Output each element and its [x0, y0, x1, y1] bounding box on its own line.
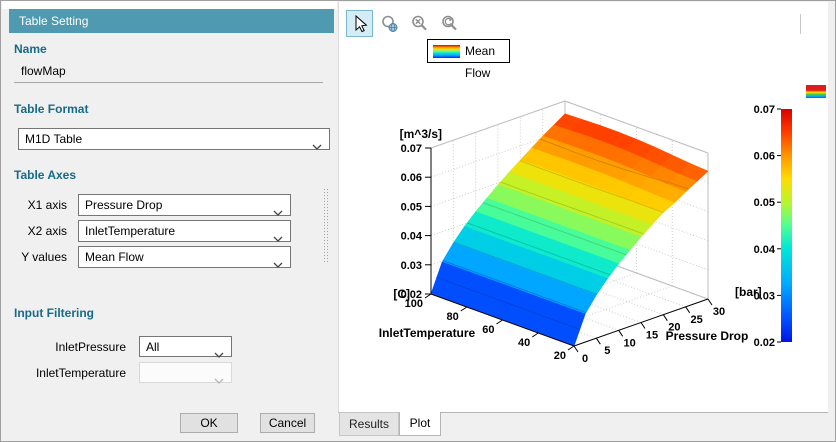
inlet-temperature-label: InletTemperature: [35, 366, 126, 380]
chevron-down-icon: [312, 136, 322, 156]
x2-axis-select[interactable]: InletTemperature: [78, 220, 291, 242]
svg-text:30: 30: [713, 306, 725, 318]
svg-text:0.06: 0.06: [754, 151, 775, 163]
table-format-select[interactable]: M1D Table: [18, 128, 330, 150]
chevron-down-icon: [214, 344, 224, 364]
table-format-label: Table Format: [14, 102, 89, 116]
inlet-pressure-label: InletPressure: [55, 340, 126, 354]
svg-text:80: 80: [447, 311, 459, 323]
colormap-icon[interactable]: [806, 85, 826, 98]
x1-axis-label: X1 axis: [27, 198, 67, 212]
svg-text:[m^3/s]: [m^3/s]: [400, 127, 442, 141]
svg-text:0.05: 0.05: [401, 201, 422, 213]
svg-text:0.04: 0.04: [754, 244, 776, 256]
input-filtering-label: Input Filtering: [14, 306, 94, 320]
mean-flow-legend[interactable]: Mean Flow: [427, 39, 510, 80]
svg-text:5: 5: [604, 345, 610, 357]
plot-panel: 0.02 0.03 0.04 0.05 0.06 0.07 100 80 60 40 20 0 5 10 1…: [338, 2, 828, 412]
chevron-down-icon: [273, 228, 283, 248]
x2-axis-label: X2 axis: [27, 224, 67, 238]
inlet-pressure-select[interactable]: All: [139, 336, 232, 358]
chevron-down-icon: [273, 254, 283, 274]
name-section-label: Name: [14, 42, 47, 56]
tab-plot[interactable]: Plot: [399, 412, 441, 436]
svg-text:0.07: 0.07: [754, 104, 775, 116]
svg-text:0.03: 0.03: [401, 260, 422, 272]
chevron-down-icon: [214, 370, 224, 390]
svg-text:0.07: 0.07: [401, 143, 422, 155]
legend-label: Mean Flow: [465, 44, 496, 80]
svg-text:Pressure Drop: Pressure Drop: [666, 329, 749, 343]
svg-text:20: 20: [554, 350, 566, 362]
surface-plot[interactable]: 0.020.030.040.050.060.0710080604020 05101…: [339, 2, 829, 412]
x2-axis-value: InletTemperature: [85, 224, 176, 238]
tab-results[interactable]: Results: [339, 412, 399, 436]
top-strip: [2, 1, 337, 9]
svg-text:40: 40: [518, 337, 530, 349]
svg-text:0.02: 0.02: [754, 337, 775, 349]
table-format-value: M1D Table: [25, 132, 83, 146]
name-input[interactable]: flowMap: [14, 60, 323, 83]
marker-icon: [828, 12, 836, 34]
svg-text:InletTemperature: InletTemperature: [379, 326, 476, 340]
panel-title: Table Setting: [19, 14, 89, 28]
x1-axis-select[interactable]: Pressure Drop: [78, 194, 291, 216]
table-setting-window: Table Setting Name flowMap Table Format …: [0, 0, 836, 442]
chevron-down-icon: [273, 202, 283, 222]
panel-header: Table Setting: [9, 9, 334, 33]
cancel-button[interactable]: Cancel: [260, 413, 315, 433]
svg-text:0: 0: [582, 353, 588, 365]
svg-text:0.03: 0.03: [754, 290, 775, 302]
svg-text:15: 15: [646, 330, 658, 342]
y-values-value: Mean Flow: [85, 250, 144, 264]
inlet-pressure-value: All: [146, 340, 160, 354]
ok-button[interactable]: OK: [180, 413, 238, 433]
svg-text:60: 60: [482, 324, 494, 336]
svg-text:25: 25: [691, 314, 703, 326]
x1-axis-value: Pressure Drop: [85, 198, 163, 212]
table-axes-label: Table Axes: [14, 168, 77, 182]
y-values-select[interactable]: Mean Flow: [78, 246, 291, 268]
marker-tool[interactable]: [828, 12, 836, 34]
inlet-temperature-select: [139, 362, 232, 384]
svg-text:0.06: 0.06: [401, 172, 422, 184]
svg-text:[C]: [C]: [393, 287, 410, 301]
panel-splitter[interactable]: [323, 188, 330, 264]
svg-text:0.05: 0.05: [754, 197, 775, 209]
colormap-swatch-icon: [433, 45, 460, 58]
svg-text:10: 10: [624, 337, 636, 349]
svg-text:0.04: 0.04: [401, 231, 423, 243]
y-values-label: Y values: [21, 250, 67, 264]
